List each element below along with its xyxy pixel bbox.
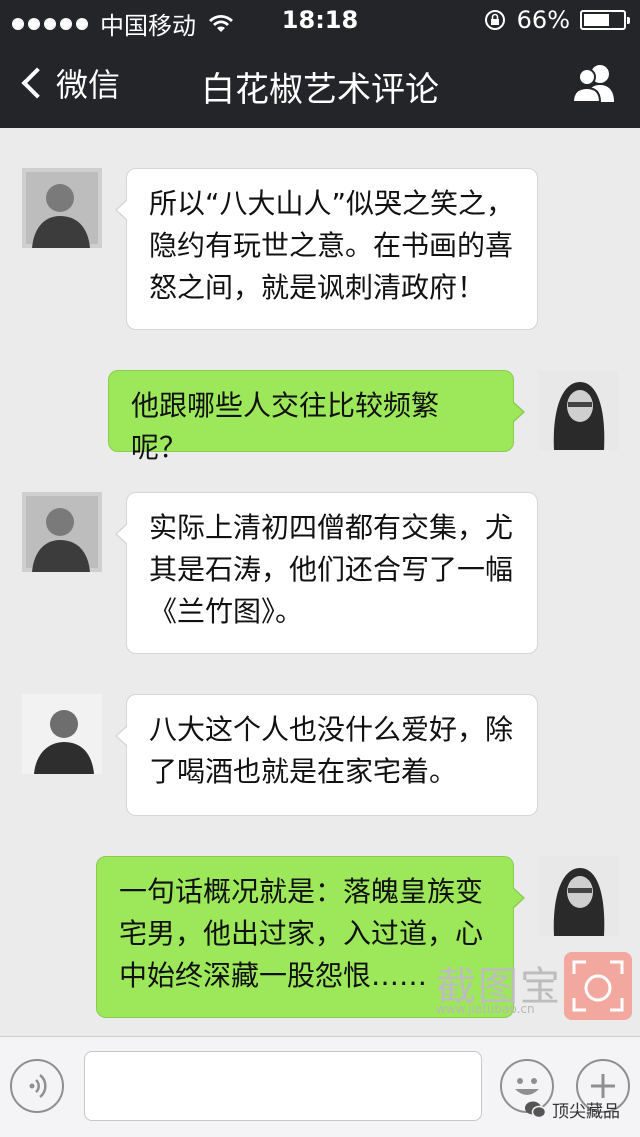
camera-icon — [564, 952, 632, 1020]
wechat-icon — [525, 1101, 546, 1118]
avatar-man-icon — [22, 168, 102, 248]
avatar[interactable] — [22, 168, 102, 248]
watermark-url: www.jietubao.cn — [436, 1002, 535, 1016]
avatar[interactable] — [22, 492, 102, 572]
avatar-woman-icon — [538, 370, 618, 450]
chat-title: 白花椒艺术评论 — [201, 70, 439, 110]
battery-percent: 66% — [516, 6, 570, 34]
status-bar: 中国移动 18:18 66% — [0, 0, 640, 40]
message-input[interactable] — [84, 1051, 482, 1121]
avatar[interactable] — [538, 370, 618, 450]
avatar[interactable] — [538, 856, 618, 936]
message-bubble[interactable]: 八大这个人也没什么爱好，除了喝酒也就是在家宅着。 — [115, 694, 538, 816]
avatar-woman-icon — [538, 856, 618, 936]
battery-fill — [584, 14, 610, 26]
message-bubble[interactable]: 实际上清初四僧都有交集，尤其是石涛，他们还合写了一幅《兰竹图》。 — [115, 492, 538, 654]
input-bar: 顶尖藏品 — [0, 1036, 640, 1137]
rotation-lock-icon — [484, 10, 505, 30]
brand-label: 顶尖藏品 — [524, 1097, 620, 1122]
voice-icon — [29, 1074, 47, 1098]
battery-icon — [580, 10, 630, 30]
avatar-man-icon — [22, 492, 102, 572]
avatar-man-icon — [22, 694, 102, 774]
message-bubble[interactable]: 他跟哪些人交往比较频繁呢？ — [108, 370, 525, 464]
brand-text: 顶尖藏品 — [552, 1102, 620, 1122]
contacts-icon[interactable] — [570, 62, 618, 106]
watermark: 截图宝 www.jietubao.cn — [436, 948, 632, 1028]
nav-bar: 微信 白花椒艺术评论 — [0, 40, 640, 128]
status-right: 66% — [483, 6, 630, 34]
voice-button[interactable] — [10, 1059, 64, 1113]
message-bubble[interactable]: 所以“八大山人”似哭之笑之，隐约有玩世之意。在书画的喜怒之间，就是讽刺清政府！ — [115, 168, 538, 330]
avatar[interactable] — [22, 694, 102, 774]
